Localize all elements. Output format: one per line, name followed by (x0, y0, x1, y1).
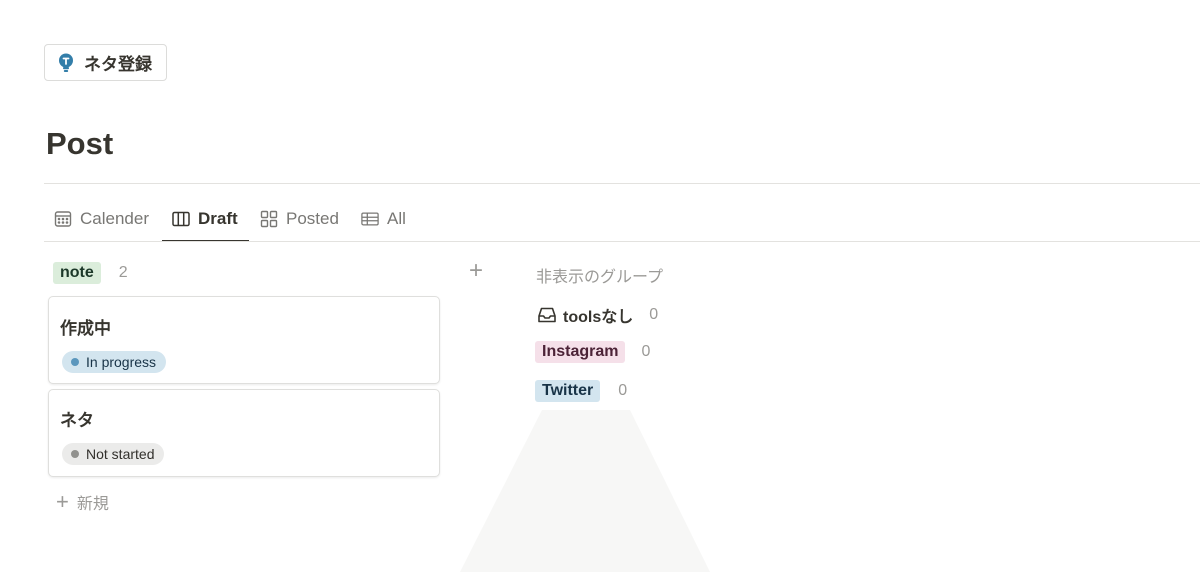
hidden-groups-title: 非表示のグループ (536, 269, 664, 286)
hidden-group-count: 0 (618, 382, 628, 399)
status-badge: Not started (62, 443, 165, 465)
plus-icon: + (469, 257, 484, 284)
new-card-label: 新規 (76, 496, 109, 513)
card-title: ネタ (60, 411, 94, 430)
tab-calender[interactable]: Calender (54, 204, 149, 234)
table-icon (361, 210, 379, 228)
add-group-button[interactable]: + (469, 259, 483, 283)
calendar-icon (54, 210, 72, 228)
hidden-group-tag: Twitter (535, 380, 601, 402)
hidden-group-count: 0 (641, 343, 651, 360)
gallery-icon (260, 210, 278, 228)
group-count: 2 (118, 264, 128, 281)
page-title: Post (46, 126, 114, 161)
tab-all[interactable]: All (361, 204, 406, 234)
neta-register-button[interactable]: ネタ登録 (44, 44, 167, 81)
status-badge: In progress (62, 351, 167, 373)
neta-register-label: ネタ登録 (84, 55, 152, 74)
tab-draft[interactable]: Draft (172, 204, 238, 234)
board-card[interactable]: ネタ Not started (48, 389, 440, 477)
tab-posted-label: Posted (286, 209, 339, 228)
drag-ghost (460, 410, 710, 572)
tab-all-label: All (387, 209, 406, 228)
hidden-group-instagram[interactable]: Instagram 0 (535, 341, 650, 363)
hidden-group-twitter[interactable]: Twitter 0 (535, 380, 627, 402)
hidden-group-tag: Instagram (535, 341, 626, 363)
group-tag-note[interactable]: note (53, 262, 101, 284)
status-dot (71, 450, 79, 458)
tab-calender-label: Calender (80, 209, 149, 228)
tab-posted[interactable]: Posted (260, 204, 339, 234)
board-group-header: note 2 (53, 262, 128, 284)
status-label: In progress (86, 354, 157, 370)
board-card[interactable]: 作成中 In progress (48, 296, 440, 384)
status-dot (71, 358, 79, 366)
title-divider (44, 183, 1200, 184)
new-card-button[interactable]: + 新規 (56, 490, 109, 514)
plus-icon: + (56, 489, 69, 514)
status-label: Not started (86, 446, 155, 462)
tabs-divider (44, 241, 1200, 242)
inbox-icon (538, 307, 556, 323)
card-title: 作成中 (60, 319, 111, 338)
hidden-group-label: toolsなし (563, 309, 634, 326)
tab-draft-label: Draft (198, 209, 238, 228)
hidden-group-count: 0 (649, 306, 659, 323)
board-icon (172, 210, 190, 228)
lightbulb-icon (58, 53, 74, 73)
hidden-group-tools-none[interactable]: toolsなし 0 (538, 303, 658, 327)
